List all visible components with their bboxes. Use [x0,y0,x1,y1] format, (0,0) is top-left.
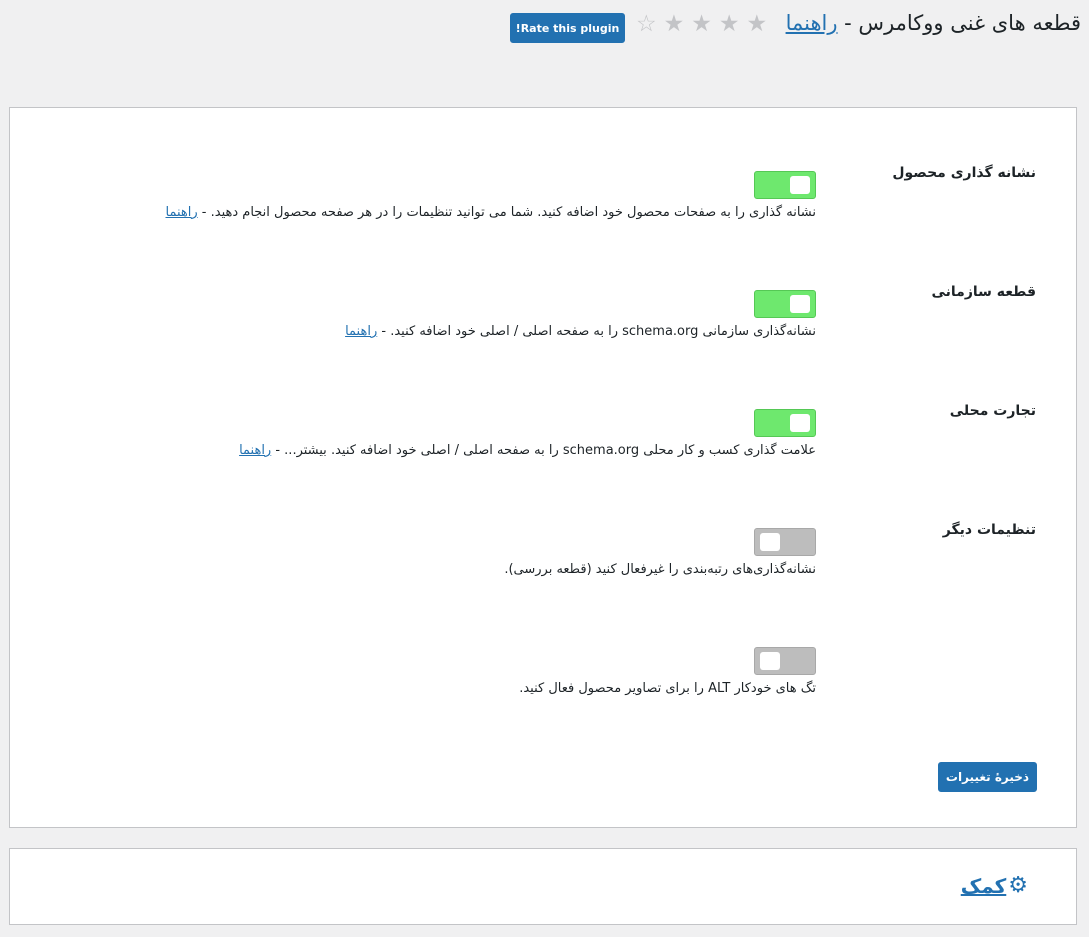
page-title: قطعه های غنی ووکامرس - راهنما [786,11,1081,35]
gear-icon: ⚙ [1008,873,1028,898]
page-header: قطعه های غنی ووکامرس - راهنما ☆ ★ ★ ★ ★ … [0,0,1089,60]
settings-card: نشانه گذاری محصول نشانه گذاری را به صفحا… [9,107,1077,828]
toggle-disable-rating-markup[interactable] [754,528,816,556]
save-changes-button[interactable]: ذخیرهٔ تغییرات [938,762,1037,792]
setting-description-product-markup: نشانه گذاری را به صفحات محصول خود اضافه … [165,205,817,220]
toggle-local-business[interactable] [754,409,816,437]
toggle-knob [760,652,780,670]
star-icon[interactable]: ★ [747,12,768,36]
toggle-knob [760,533,780,551]
setting-label-other-settings: تنظیمات دیگر [942,522,1036,538]
help-link[interactable]: راهنما [166,205,198,220]
page-title-text: قطعه های غنی ووکامرس - [837,11,1081,35]
star-icon[interactable]: ★ [719,12,740,36]
toggle-knob [790,414,810,432]
setting-description-disable-rating: نشانه‌گذاری‌های رتبه‌بندی را غیرفعال کنی… [504,562,816,577]
star-icon[interactable]: ★ [691,12,712,36]
setting-description-auto-alt-tags: تگ های خودکار ALT را برای تصاویر محصول ف… [519,681,816,696]
setting-label-local-business: تجارت محلی [949,403,1036,419]
setting-description-local-business: علامت گذاری کسب و کار محلی schema.org را… [239,443,816,458]
toggle-knob [790,176,810,194]
setting-description-organization: نشانه‌گذاری سازمانی schema.org را به صفح… [345,324,816,339]
toggle-auto-alt-tags[interactable] [754,647,816,675]
star-icon[interactable]: ★ [664,12,685,36]
page-title-help-link[interactable]: راهنما [786,11,838,35]
toggle-organization[interactable] [754,290,816,318]
rating-stars[interactable]: ☆ ★ ★ ★ ★ [636,12,767,36]
help-link[interactable]: کمک [961,874,1007,898]
help-title: ⚙ کمک [961,873,1028,899]
toggle-knob [790,295,810,313]
setting-label-product-markup: نشانه گذاری محصول [892,165,1036,181]
help-link[interactable]: راهنما [239,443,271,458]
setting-label-organization: قطعه سازمانی [931,284,1036,300]
rate-plugin-button[interactable]: Rate this plugin! [510,13,625,43]
star-icon[interactable]: ☆ [636,12,657,36]
help-card: ⚙ کمک [9,848,1077,925]
help-link[interactable]: راهنما [345,324,377,339]
toggle-product-markup[interactable] [754,171,816,199]
